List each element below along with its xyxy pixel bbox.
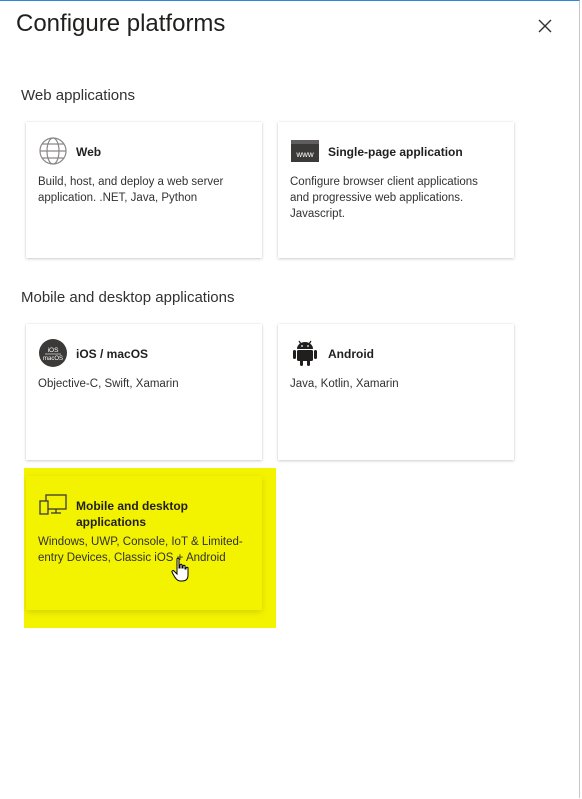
card-desc-ios-macos: Objective-C, Swift, Xamarin <box>38 378 179 390</box>
android-icon <box>290 338 320 368</box>
card-title-web: Web <box>76 145 102 159</box>
ios-label: iOS <box>48 347 60 354</box>
panel-title: Configure platforms <box>16 10 226 37</box>
card-desc-spa: Configure browser client applications an… <box>290 176 478 220</box>
platform-card-spa[interactable]: www Single-page application Configure br… <box>278 122 514 258</box>
card-desc-web: Build, host, and deploy a web server app… <box>38 176 224 204</box>
section-title-web: Web applications <box>21 87 135 104</box>
platform-card-mobile-desktop[interactable]: Mobile and desktop applications Windows,… <box>26 476 262 610</box>
card-desc-mobile-desktop: Windows, UWP, Console, IoT & Limited-ent… <box>38 536 243 564</box>
section-title-mobile-desktop: Mobile and desktop applications <box>21 289 235 306</box>
card-title-spa: Single-page application <box>328 145 463 159</box>
macos-label: macOS <box>43 356 63 362</box>
card-title-android: Android <box>328 347 374 361</box>
close-button[interactable] <box>533 14 557 38</box>
card-title-mobile-desktop: Mobile and desktop applications <box>76 499 189 529</box>
close-icon <box>538 19 552 33</box>
platform-card-web[interactable]: Web Build, host, and deploy a web server… <box>26 122 262 258</box>
platform-card-ios-macos[interactable]: iOS macOS iOS / macOS Objective-C, Swift… <box>26 324 262 460</box>
globe-icon <box>38 136 68 166</box>
platform-card-android[interactable]: Android Java, Kotlin, Xamarin <box>278 324 514 460</box>
desktop-devices-icon <box>38 490 68 520</box>
www-label: www <box>295 150 314 159</box>
browser-window-icon: www <box>290 136 320 166</box>
card-title-ios-macos: iOS / macOS <box>76 347 149 361</box>
configure-platforms-panel: Configure platforms Web applications Web… <box>0 0 580 798</box>
card-desc-android: Java, Kotlin, Xamarin <box>290 378 399 390</box>
ios-macos-icon: iOS macOS <box>38 338 68 368</box>
